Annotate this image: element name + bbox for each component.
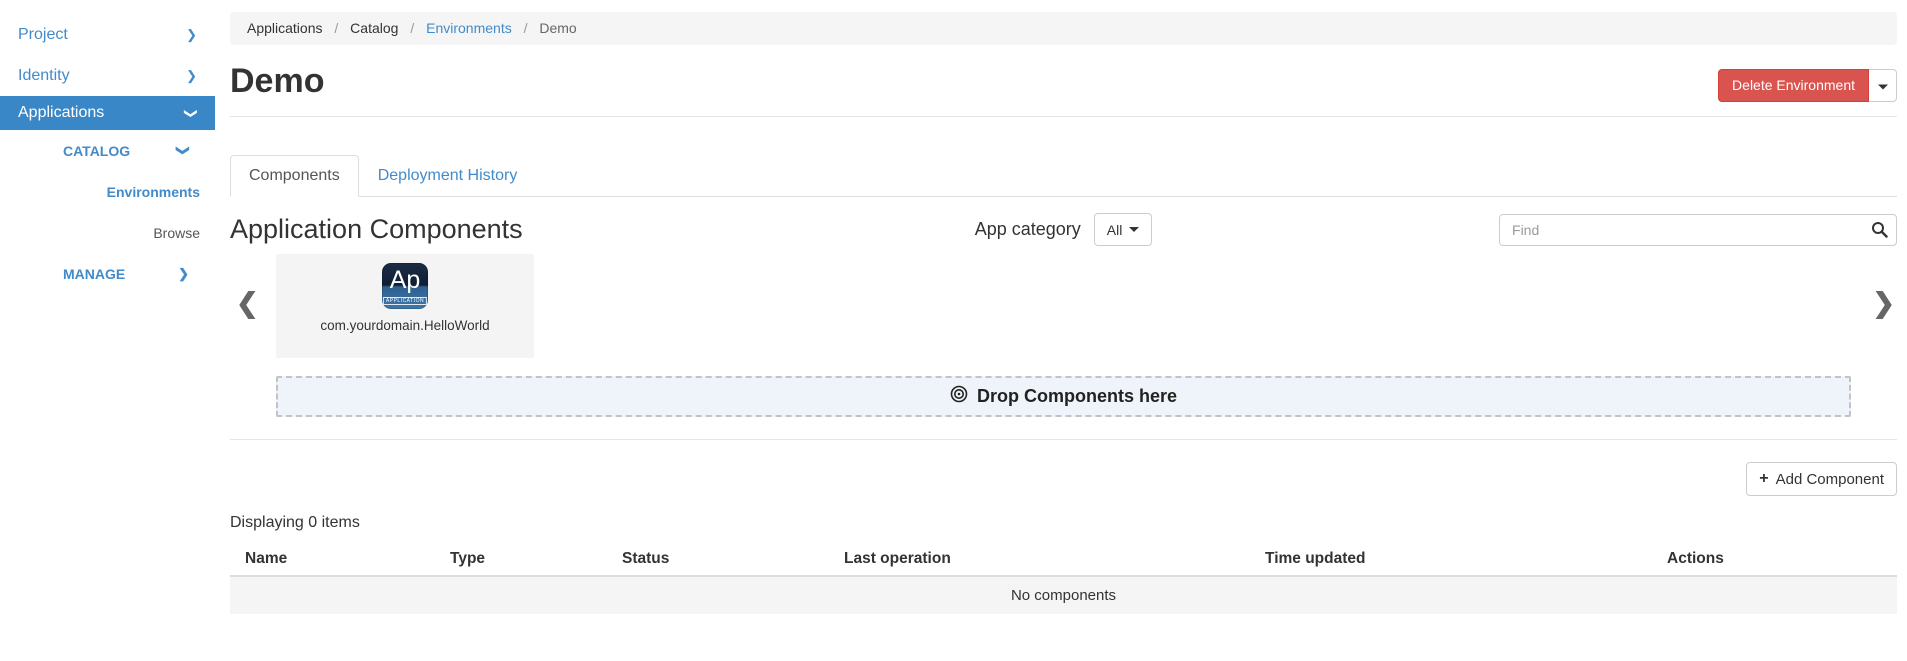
table-header-row: Name Type Status Last operation Time upd… bbox=[230, 543, 1897, 576]
column-header-time-updated: Time updated bbox=[1250, 543, 1652, 576]
sidebar: Project ❯ Identity ❯ Applications ❯ CATA… bbox=[0, 12, 215, 294]
sidebar-item-project[interactable]: Project ❯ bbox=[0, 14, 215, 55]
sidebar-item-manage[interactable]: MANAGE ❯ bbox=[0, 253, 215, 294]
delete-environment-button-group: Delete Environment bbox=[1718, 69, 1897, 102]
application-icon-text: Ap bbox=[382, 265, 428, 295]
add-component-row: + Add Component bbox=[230, 462, 1897, 496]
items-count-summary: Displaying 0 items bbox=[230, 514, 1897, 532]
main-content: Applications / Catalog / Environments / … bbox=[215, 12, 1907, 614]
section-heading: Application Components bbox=[230, 214, 975, 245]
chevron-right-icon: ❯ bbox=[178, 267, 189, 280]
empty-message: No components bbox=[230, 576, 1897, 614]
header-divider bbox=[230, 116, 1897, 117]
chevron-down-icon: ❯ bbox=[177, 145, 190, 156]
column-header-status: Status bbox=[607, 543, 829, 576]
app-category-label: App category bbox=[975, 219, 1081, 240]
sidebar-item-environments[interactable]: Environments bbox=[0, 171, 215, 212]
sidebar-item-catalog[interactable]: CATALOG ❯ bbox=[0, 130, 215, 171]
sidebar-item-label: Identity bbox=[18, 67, 70, 85]
search-icon[interactable] bbox=[1871, 221, 1888, 243]
breadcrumb-item-environments[interactable]: Environments bbox=[426, 20, 512, 36]
components-carousel: ❮ ❯ Ap APPLICATION com.yourdomain.HelloW… bbox=[230, 254, 1897, 417]
carousel-next-button[interactable]: ❯ bbox=[1872, 290, 1895, 317]
delete-environment-dropdown-toggle[interactable] bbox=[1869, 69, 1897, 102]
plus-icon: + bbox=[1759, 470, 1768, 488]
chevron-right-icon: ❯ bbox=[186, 28, 197, 41]
chevron-right-icon: ❯ bbox=[186, 69, 197, 82]
column-header-name: Name bbox=[230, 543, 435, 576]
drop-components-zone[interactable]: Drop Components here bbox=[276, 376, 1851, 417]
application-icon-subtext: APPLICATION bbox=[383, 297, 427, 305]
breadcrumb-separator: / bbox=[410, 20, 414, 36]
caret-down-icon bbox=[1878, 84, 1888, 89]
breadcrumb-separator: / bbox=[524, 20, 528, 36]
add-component-label: Add Component bbox=[1776, 471, 1884, 488]
add-component-button[interactable]: + Add Component bbox=[1746, 462, 1897, 496]
app-category-group: App category All bbox=[975, 213, 1153, 246]
sidebar-item-label: MANAGE bbox=[63, 266, 125, 282]
components-toolbar: Application Components App category All bbox=[230, 213, 1897, 246]
table-empty-row: No components bbox=[230, 576, 1897, 614]
breadcrumb: Applications / Catalog / Environments / … bbox=[230, 12, 1897, 45]
carousel-prev-button[interactable]: ❮ bbox=[236, 290, 259, 317]
tab-deployment-history[interactable]: Deployment History bbox=[359, 155, 537, 197]
sidebar-item-browse[interactable]: Browse bbox=[0, 212, 215, 253]
column-header-type: Type bbox=[435, 543, 607, 576]
sidebar-item-label: CATALOG bbox=[63, 143, 130, 159]
components-table: Name Type Status Last operation Time upd… bbox=[230, 543, 1897, 614]
page-title: Demo bbox=[230, 61, 324, 101]
sidebar-item-label: Environments bbox=[107, 184, 200, 200]
sidebar-item-applications[interactable]: Applications ❯ bbox=[0, 96, 215, 130]
breadcrumb-item-demo: Demo bbox=[539, 20, 576, 36]
tab-components[interactable]: Components bbox=[230, 155, 359, 197]
app-card-helloworld[interactable]: Ap APPLICATION com.yourdomain.HelloWorld bbox=[276, 254, 534, 358]
app-card-label: com.yourdomain.HelloWorld bbox=[320, 318, 489, 333]
tab-bar: Components Deployment History bbox=[230, 155, 1897, 197]
sidebar-item-label: Browse bbox=[153, 225, 200, 241]
app-category-dropdown[interactable]: All bbox=[1094, 213, 1153, 246]
application-icon: Ap APPLICATION bbox=[382, 263, 428, 309]
drop-zone-label: Drop Components here bbox=[977, 386, 1177, 407]
breadcrumb-separator: / bbox=[334, 20, 338, 36]
carousel-track: Ap APPLICATION com.yourdomain.HelloWorld bbox=[276, 254, 1851, 358]
breadcrumb-item-applications: Applications bbox=[247, 20, 323, 36]
chevron-down-icon: ❯ bbox=[185, 108, 198, 119]
sidebar-item-label: Project bbox=[18, 26, 68, 44]
sidebar-item-label: Applications bbox=[18, 104, 104, 122]
breadcrumb-item-catalog: Catalog bbox=[350, 20, 398, 36]
target-icon bbox=[950, 385, 968, 408]
column-header-last-operation: Last operation bbox=[829, 543, 1250, 576]
find-field-wrapper bbox=[1499, 214, 1897, 246]
app-category-selected-value: All bbox=[1107, 222, 1123, 238]
caret-down-icon bbox=[1129, 227, 1139, 232]
column-header-actions: Actions bbox=[1652, 543, 1897, 576]
delete-environment-button[interactable]: Delete Environment bbox=[1718, 69, 1869, 102]
page-header: Demo Delete Environment bbox=[230, 61, 1897, 102]
find-input[interactable] bbox=[1499, 214, 1897, 246]
section-divider bbox=[230, 439, 1897, 440]
sidebar-item-identity[interactable]: Identity ❯ bbox=[0, 55, 215, 96]
